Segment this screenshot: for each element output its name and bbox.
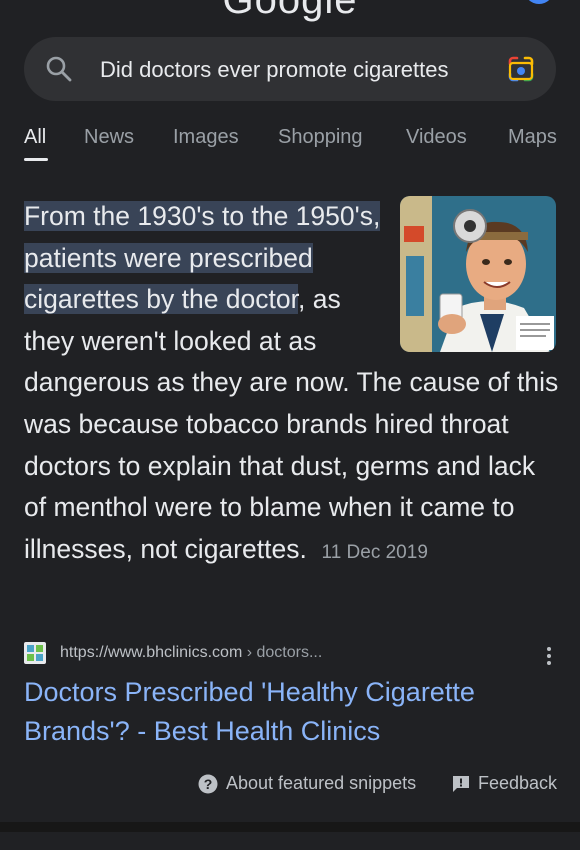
search-icon[interactable] — [44, 54, 74, 84]
help-icon: ? — [198, 774, 218, 793]
feedback-label: Feedback — [478, 773, 558, 793]
featured-snippet: From the 1930's to the 1950's, patients … — [24, 196, 564, 573]
more-options-icon[interactable] — [546, 646, 552, 666]
doctor-illustration — [400, 196, 556, 352]
svg-text:?: ? — [204, 776, 213, 792]
snippet-image[interactable] — [400, 196, 556, 352]
tab-maps[interactable]: Maps — [508, 126, 557, 149]
tab-videos[interactable]: Videos — [406, 126, 467, 149]
active-tab-indicator — [24, 158, 48, 161]
tab-images[interactable]: Images — [173, 126, 239, 149]
result-url[interactable]: https://www.bhclinics.com › doctors... — [60, 644, 322, 662]
result-title-link[interactable]: Doctors Prescribed 'Healthy Cigarette Br… — [24, 673, 556, 751]
section-divider — [0, 822, 580, 832]
about-featured-snippets-link[interactable]: ? About featured snippets — [198, 773, 416, 794]
google-logo[interactable]: Google — [0, 0, 580, 23]
site-favicon-icon — [24, 642, 46, 664]
search-tabs: All News Images Shopping Videos Maps — [24, 126, 580, 166]
feedback-icon — [453, 775, 469, 792]
feedback-link[interactable]: Feedback — [452, 773, 557, 794]
about-label: About featured snippets — [226, 773, 417, 793]
search-bar[interactable]: Did doctors ever promote cigarettes — [24, 37, 556, 101]
tab-all[interactable]: All — [24, 126, 46, 149]
snippet-date: 11 Dec 2019 — [321, 541, 428, 563]
search-input[interactable]: Did doctors ever promote cigarettes — [100, 57, 449, 83]
google-lens-icon[interactable] — [506, 55, 536, 83]
tab-news[interactable]: News — [84, 126, 134, 149]
result-source[interactable]: https://www.bhclinics.com › doctors... — [24, 642, 556, 668]
tab-shopping[interactable]: Shopping — [278, 126, 363, 149]
snippet-footer: ? About featured snippets Feedback — [0, 773, 580, 799]
